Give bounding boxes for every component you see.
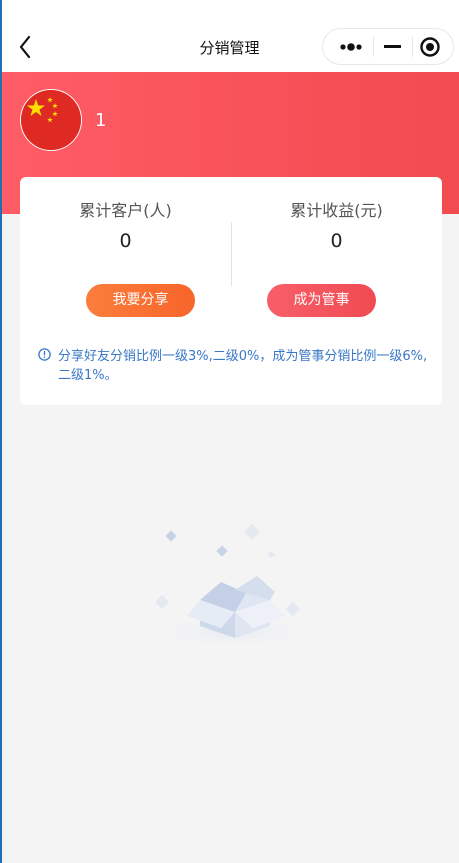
more-dots-icon [340, 43, 362, 51]
customers-value: 0 [119, 230, 132, 252]
info-circle-icon [38, 348, 51, 361]
earnings-label: 累计收益(元) [290, 201, 383, 220]
minimize-icon [384, 45, 401, 48]
target-close-icon [420, 37, 440, 57]
china-flag-avatar [21, 90, 81, 150]
navigation-bar: 分销管理 [0, 0, 459, 72]
minimize-button[interactable] [374, 29, 412, 64]
customers-label: 累计客户(人) [79, 201, 172, 220]
commission-notice: 分享好友分销比例一级3%,二级0%，成为管事分销比例一级6%,二级1%。 [58, 349, 428, 383]
close-button[interactable] [412, 29, 454, 64]
avatar[interactable] [20, 89, 82, 151]
share-button[interactable]: 我要分享 [86, 284, 195, 317]
window-edge [0, 0, 2, 863]
empty-state [135, 520, 325, 660]
username: 1 [95, 110, 107, 131]
distribution-card: 累计客户(人) 0 累计收益(元) 0 我要分享 成为管事 分享好友分销比例一级… [20, 177, 442, 405]
mini-program-capsule [322, 28, 454, 65]
empty-box-icon [144, 523, 320, 650]
more-button[interactable] [333, 29, 375, 64]
earnings-value: 0 [330, 230, 343, 252]
become-manager-button[interactable]: 成为管事 [267, 284, 376, 317]
